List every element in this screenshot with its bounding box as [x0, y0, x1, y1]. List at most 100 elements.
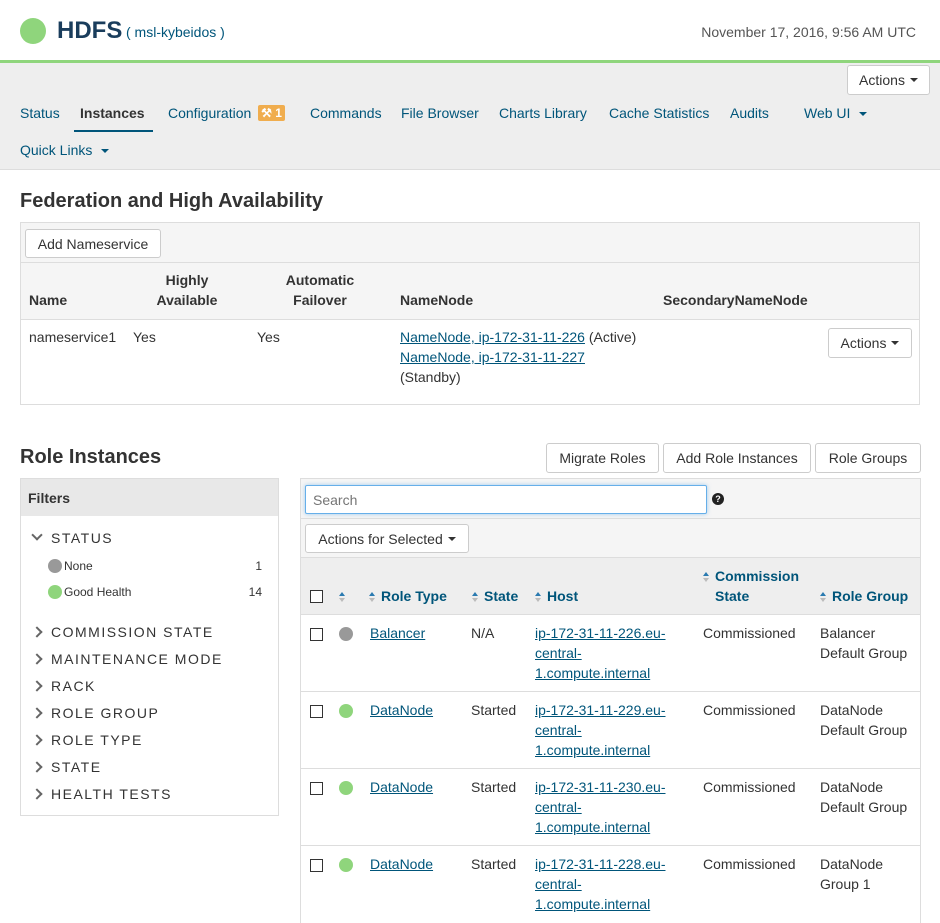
migrate-roles-button[interactable]: Migrate Roles — [546, 443, 659, 473]
host-line: central- — [535, 799, 582, 815]
chevron-right-icon — [31, 680, 43, 692]
service-actions-button[interactable]: Actions — [847, 65, 930, 95]
filter-commission-state[interactable]: COMMISSION STATE — [31, 624, 214, 640]
filter-good-health-option[interactable]: Good Health — [64, 585, 131, 599]
filter-status-label: STATUS — [51, 530, 114, 546]
namenode-standby-state: (Standby) — [400, 369, 461, 385]
role-type-link[interactable]: Balancer — [370, 623, 425, 643]
col-host[interactable]: Host — [535, 586, 578, 606]
caret-down-icon — [909, 78, 918, 82]
namenode-standby-link[interactable]: NameNode, ip-172-31-11-227 — [400, 349, 585, 365]
col-role-type[interactable]: Role Type — [369, 586, 447, 606]
role-instances-title: Role Instances — [20, 446, 162, 468]
col-role-group[interactable]: Role Group — [820, 586, 908, 606]
host-line: 1.compute.internal — [535, 665, 651, 681]
tab-charts-library[interactable]: Charts Library — [499, 105, 587, 121]
row-checkbox[interactable] — [310, 782, 323, 795]
filter-status-toggle[interactable]: STATUS — [31, 529, 114, 546]
role-search-input[interactable] — [305, 485, 707, 514]
col-highly-available-line1: Highly — [165, 272, 209, 288]
col-name: Name — [29, 292, 68, 308]
select-all-checkbox[interactable] — [310, 590, 323, 603]
host-link[interactable]: ip-172-31-11-228.eu- central- 1.compute.… — [535, 854, 666, 914]
tab-web-ui[interactable]: Web UI — [804, 105, 868, 121]
config-issues-badge[interactable]: ⚒ 1 — [258, 105, 285, 121]
chevron-right-icon — [31, 734, 43, 746]
federation-toolbar: Add Nameservice — [21, 223, 919, 263]
host-line: ip-172-31-11-228.eu- — [535, 856, 666, 872]
chevron-right-icon — [31, 653, 43, 665]
tab-file-browser[interactable]: File Browser — [401, 105, 479, 121]
filter-none-option[interactable]: None — [64, 559, 93, 573]
host-line: 1.compute.internal — [535, 742, 651, 758]
filter-state[interactable]: STATE — [31, 759, 102, 775]
health-sort-icon[interactable] — [339, 592, 345, 602]
role-type-link[interactable]: DataNode — [370, 700, 433, 720]
caret-down-icon — [101, 149, 110, 154]
filter-role-group[interactable]: ROLE GROUP — [31, 705, 159, 721]
tab-active-indicator — [74, 130, 153, 132]
health-none-icon — [339, 627, 353, 641]
host-line: ip-172-31-11-229.eu- — [535, 702, 666, 718]
host-link[interactable]: ip-172-31-11-230.eu- central- 1.compute.… — [535, 777, 666, 837]
service-actions-label: Actions — [859, 72, 905, 88]
tab-quick-links[interactable]: Quick Links — [20, 142, 110, 158]
col-state[interactable]: State — [472, 586, 518, 606]
health-good-icon — [339, 781, 353, 795]
filters-title: Filters — [28, 490, 71, 506]
tab-configuration[interactable]: Configuration ⚒ 1 — [168, 105, 285, 121]
role-group: Balancer Default Group — [820, 623, 907, 663]
row-checkbox[interactable] — [310, 859, 323, 872]
role-state: N/A — [471, 625, 495, 641]
role-group-line: DataNode — [820, 702, 884, 718]
host-line: 1.compute.internal — [535, 819, 651, 835]
tab-quick-links-label: Quick Links — [20, 142, 93, 158]
actions-for-selected-label: Actions for Selected — [318, 530, 443, 547]
tab-status[interactable]: Status — [20, 105, 60, 121]
actions-for-selected-button[interactable]: Actions for Selected — [305, 524, 469, 553]
table-row: DataNode Started ip-172-31-11-228.eu- ce… — [301, 845, 920, 923]
nameservice-actions-label: Actions — [840, 335, 887, 351]
tab-commands[interactable]: Commands — [310, 105, 382, 121]
filter-rack[interactable]: RACK — [31, 678, 96, 694]
filter-maintenance-mode-label: MAINTENANCE MODE — [51, 651, 223, 667]
role-type-link[interactable]: DataNode — [370, 854, 433, 874]
tab-instances[interactable]: Instances — [80, 105, 145, 121]
commission-state: Commissioned — [703, 856, 796, 872]
filter-state-label: STATE — [51, 759, 102, 775]
filter-health-tests[interactable]: HEALTH TESTS — [31, 786, 172, 802]
role-group: DataNode Group 1 — [820, 854, 883, 894]
role-type-link[interactable]: DataNode — [370, 777, 433, 797]
tab-configuration-label: Configuration — [168, 105, 252, 121]
namenode-active-link[interactable]: NameNode, ip-172-31-11-226 — [400, 329, 585, 345]
sort-icon — [369, 592, 375, 603]
cluster-link[interactable]: ( msl-kybeidos ) — [126, 24, 225, 40]
sort-icon — [820, 592, 826, 603]
help-icon[interactable]: ? — [712, 493, 724, 505]
table-row: DataNode Started ip-172-31-11-229.eu- ce… — [301, 691, 920, 769]
add-role-instances-button[interactable]: Add Role Instances — [663, 443, 811, 473]
role-state: Started — [471, 779, 517, 795]
commission-state: Commissioned — [703, 779, 796, 795]
host-line: ip-172-31-11-226.eu- — [535, 625, 666, 641]
filter-role-type[interactable]: ROLE TYPE — [31, 732, 143, 748]
tab-cache-statistics[interactable]: Cache Statistics — [609, 105, 709, 121]
host-link[interactable]: ip-172-31-11-226.eu- central- 1.compute.… — [535, 623, 666, 683]
federation-table: Add Nameservice Name Highly Available Au… — [20, 222, 920, 405]
row-checkbox[interactable] — [310, 705, 323, 718]
filter-good-health-count: 14 — [248, 585, 262, 599]
tab-audits[interactable]: Audits — [730, 105, 769, 121]
add-nameservice-button[interactable]: Add Nameservice — [25, 229, 161, 258]
role-group-line: Group 1 — [820, 876, 871, 892]
nameservice-name: nameservice1 — [29, 329, 117, 345]
col-secondary-namenode: SecondaryNameNode — [663, 292, 808, 308]
nameservice-actions-button[interactable]: Actions — [828, 328, 912, 358]
filter-health-tests-label: HEALTH TESTS — [51, 786, 172, 802]
row-checkbox[interactable] — [310, 628, 323, 641]
host-link[interactable]: ip-172-31-11-229.eu- central- 1.compute.… — [535, 700, 666, 760]
col-commission-state[interactable]: Commission State — [703, 566, 799, 606]
filter-maintenance-mode[interactable]: MAINTENANCE MODE — [31, 651, 223, 667]
filter-none-count: 1 — [255, 559, 262, 573]
role-groups-button[interactable]: Role Groups — [815, 443, 921, 473]
service-title: HDFS — [57, 17, 123, 44]
